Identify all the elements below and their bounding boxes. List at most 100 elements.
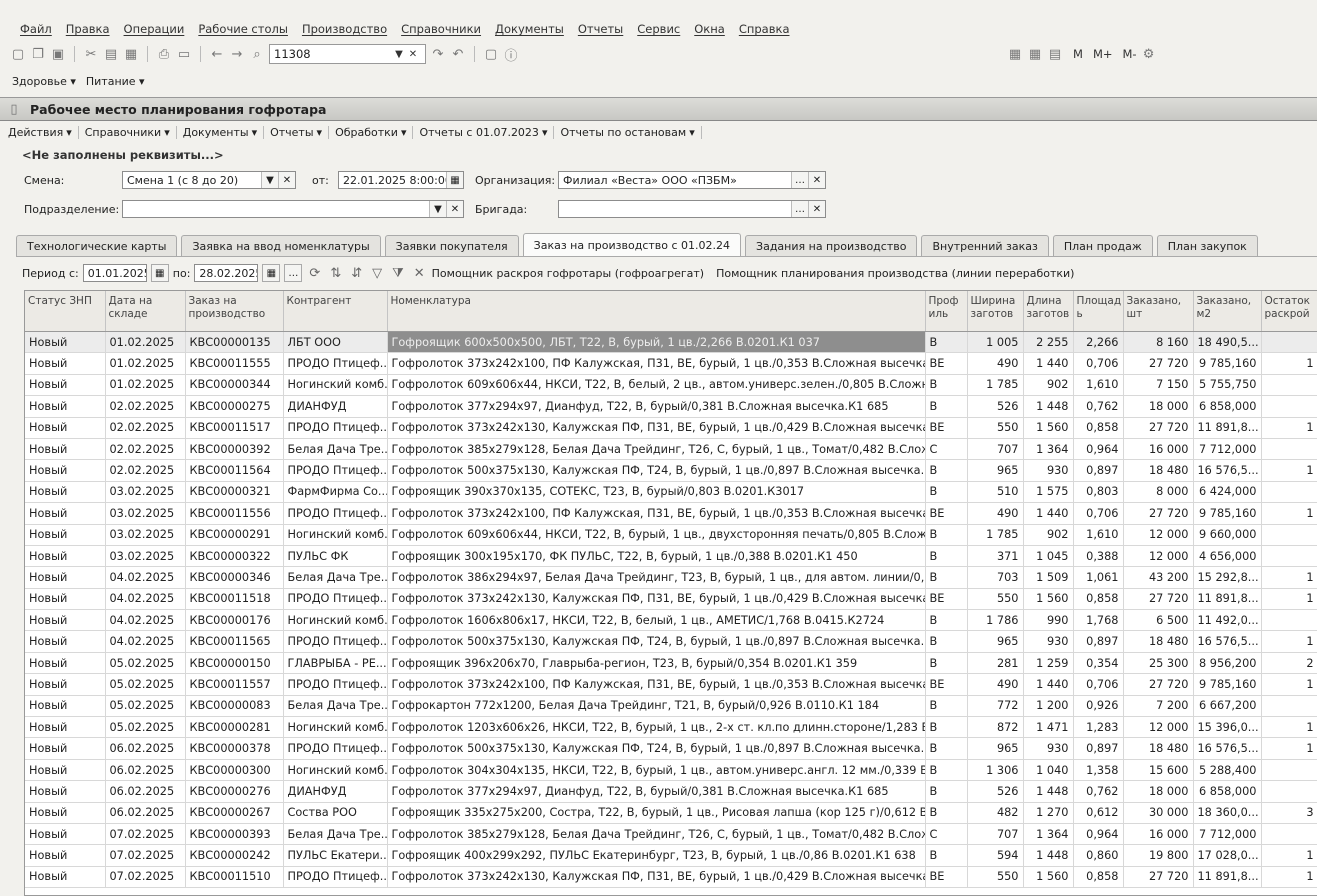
food-panel-button[interactable]: Питание ▾ [86,75,145,88]
table-row[interactable]: Новый 02.02.2025 КВС00011517 ПРОДО Птицеф..… [25,417,1317,439]
table-row[interactable]: Новый 03.02.2025 КВС00011556 ПРОДО Птицеф..… [25,502,1317,525]
date-from-field[interactable]: 22.01.2025 8:00:00 ▦ [338,171,464,189]
calendar-icon[interactable]: ▦ [262,264,281,282]
division-field[interactable]: ▼ ✕ [122,200,464,218]
table-row[interactable]: Новый 04.02.2025 КВС00011518 ПРОДО Птицеф..… [25,588,1317,611]
column-header[interactable]: Дата на складе [105,291,186,332]
table-row[interactable]: Новый 06.02.2025 КВС00000378 ПРОДО Птицеф..… [25,737,1317,760]
forward-arrow-icon[interactable]: → [229,46,245,62]
action-menu-button[interactable]: Справочники ▾ [79,125,177,139]
select-icon[interactable]: … [791,172,808,188]
menu-item[interactable]: Производство [302,22,387,36]
column-header[interactable]: Контрагент [283,291,388,332]
tab-item[interactable]: План продаж [1052,235,1153,256]
menu-item[interactable]: Рабочие столы [198,22,288,36]
calendar-icon[interactable]: ▦ [446,172,463,188]
grid-icon[interactable]: ▦ [123,46,139,62]
memory-plus-button[interactable]: M+ [1093,47,1113,61]
search-input[interactable]: 11308 ▼ ✕ [269,44,426,64]
shift-value[interactable]: Смена 1 (с 8 до 20) [123,174,261,187]
filter-settings-icon[interactable]: ⧩ [392,266,404,281]
new-document-icon[interactable]: ▢ [10,46,26,62]
table-row[interactable]: Новый 05.02.2025 КВС00000083 Белая Дача Тре… [25,695,1317,718]
calendar-icon[interactable]: ▦ [150,264,169,282]
table-row[interactable]: Новый 05.02.2025 КВС00000281 Ногинский комб… [25,716,1317,739]
tab-item[interactable]: Заявки покупателя [384,235,519,256]
table-row[interactable]: Новый 03.02.2025 КВС00000322 ПУЛЬС ФК Гофроя… [25,545,1317,568]
save-icon[interactable]: ▣ [50,46,66,62]
column-header[interactable]: Статус ЗНП [25,291,106,332]
tab-item[interactable]: Заказ на производство с 01.02.24 [522,233,742,256]
select-period-icon[interactable]: … [284,264,303,282]
tab-item[interactable]: Заявка на ввод номенклатуры [181,235,381,256]
action-menu-button[interactable]: Документы ▾ [177,125,265,139]
table-row[interactable]: Новый 04.02.2025 КВС00000346 Белая Дача Тре… [25,566,1317,589]
table-row[interactable]: Новый 05.02.2025 КВС00011557 ПРОДО Птицеф..… [25,673,1317,696]
dropdown-arrow-icon[interactable]: ▼ [261,172,278,188]
table-row[interactable]: Новый 03.02.2025 КВС00000321 ФармФирма Со..… [25,481,1317,504]
brigade-field[interactable]: … ✕ [558,200,826,218]
clear-icon[interactable]: ✕ [808,201,825,217]
help-icon[interactable]: ⓘ [503,46,519,64]
tab-item[interactable]: Задания на производство [745,235,918,256]
shift-field[interactable]: Смена 1 (с 8 до 20) ▼ ✕ [122,171,296,189]
search-icon[interactable]: ⌕ [249,46,265,62]
paste-icon[interactable]: ▤ [103,46,119,62]
column-header[interactable]: Номенклатура [387,291,926,332]
column-header[interactable]: Проф иль [925,291,968,332]
table-row[interactable]: Новый 01.02.2025 КВС00000344 Ногинский комб… [25,374,1317,397]
clear-icon[interactable]: ✕ [808,172,825,188]
column-header[interactable]: Заказано, м2 [1193,291,1262,332]
copy-icon[interactable]: ❐ [30,46,46,62]
action-menu-button[interactable]: Действия ▾ [0,125,79,139]
table-icon[interactable]: ▦ [1007,46,1023,62]
table-row[interactable]: Новый 01.02.2025 КВС00011555 ПРОДО Птицеф..… [25,352,1317,375]
table-row[interactable]: Новый 07.02.2025 КВС00011510 ПРОДО Птицеф..… [25,866,1317,889]
table-row[interactable]: Новый 02.02.2025 КВС00011564 ПРОДО Птицеф..… [25,459,1317,482]
action-menu-button[interactable]: Отчеты ▾ [264,125,330,139]
dropdown-arrow-icon[interactable]: ▼ [392,49,406,60]
clear-icon[interactable]: ✕ [446,201,463,217]
menu-item[interactable]: Справка [739,22,790,36]
table-row[interactable]: Новый 05.02.2025 КВС00000150 ГЛАВРЫБА - РЕ.… [25,652,1317,675]
calculator-icon[interactable]: ▤ [1047,46,1063,62]
menu-item[interactable]: Документы [495,22,564,36]
tab-item[interactable]: Технологические карты [16,235,178,256]
planning-helper-link[interactable]: Помощник планирования производства (лини… [716,267,1074,280]
action-menu-button[interactable]: Отчеты по остановам ▾ [554,125,702,139]
table-row[interactable]: Новый 03.02.2025 КВС00000291 Ногинский комб… [25,524,1317,546]
menu-item[interactable]: Сервис [637,22,680,36]
table-row[interactable]: Новый 02.02.2025 КВС00000275 ДИАНФУД Гофроло… [25,395,1317,418]
cutting-helper-link[interactable]: Помощник раскроя гофротары (гофроагрегат… [432,267,704,280]
menu-item[interactable]: Окна [694,22,725,36]
select-icon[interactable]: … [791,201,808,217]
period-to-value[interactable]: 28.02.2025 [195,267,257,280]
table-row[interactable]: Новый 04.02.2025 КВС00000176 Ногинский комб… [25,609,1317,632]
table-row[interactable]: Новый 06.02.2025 КВС00000276 ДИАНФУД Гофроло… [25,780,1317,803]
calendar-icon[interactable]: ▦ [1027,46,1043,62]
tab-item[interactable]: Внутренний заказ [921,235,1049,256]
action-menu-button[interactable]: Обработки ▾ [329,125,414,139]
window-icon[interactable]: ▢ [483,46,499,62]
memory-minus-button[interactable]: M- [1123,47,1137,61]
clear-icon[interactable]: ✕ [406,49,420,60]
organization-field[interactable]: Филиал «Веста» ООО «ПЗБМ» … ✕ [558,171,826,189]
print-icon[interactable]: ⎙ [156,46,172,62]
table-row[interactable]: Новый 06.02.2025 КВС00000300 Ногинский комб… [25,759,1317,782]
filter-icon[interactable]: ▽ [372,266,382,281]
sort-asc-icon[interactable]: ⇅ [330,266,341,281]
period-from-field[interactable]: 01.01.2025 [82,264,147,282]
action-menu-button[interactable]: Отчеты с 01.07.2023 ▾ [413,125,555,139]
health-panel-button[interactable]: Здоровье ▾ [12,75,76,88]
date-from-value[interactable]: 22.01.2025 8:00:00 [339,174,446,187]
back-arrow-icon[interactable]: ← [209,46,225,62]
period-to-field[interactable]: 28.02.2025 [194,264,259,282]
column-header[interactable]: Заказ на производство [185,291,284,332]
menu-item[interactable]: Правка [66,22,110,36]
table-row[interactable]: Новый 06.02.2025 КВС00000267 Соствa РОО Гофр… [25,802,1317,824]
period-from-value[interactable]: 01.01.2025 [84,267,146,280]
column-header[interactable]: Площад ь [1073,291,1124,332]
column-header[interactable]: Длина заготов [1023,291,1074,332]
menu-item[interactable]: Справочники [401,22,481,36]
clear-icon[interactable]: ✕ [278,172,295,188]
